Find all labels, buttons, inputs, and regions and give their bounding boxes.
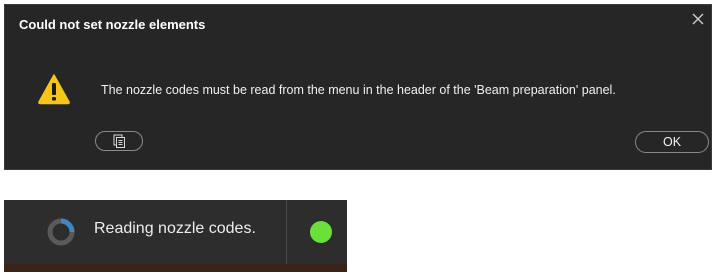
copy-button[interactable]	[95, 131, 143, 151]
dialog-message: The nozzle codes must be read from the m…	[101, 83, 616, 97]
ok-button[interactable]: OK	[635, 131, 709, 153]
copy-icon	[113, 134, 126, 148]
warning-icon	[37, 73, 71, 105]
error-dialog: Could not set nozzle elements The nozzle…	[4, 4, 712, 170]
status-indicator	[310, 221, 332, 243]
panel-bottom-strip	[4, 264, 347, 272]
status-text: Reading nozzle codes.	[94, 220, 256, 237]
status-divider	[286, 200, 287, 264]
spinner-icon	[46, 217, 76, 247]
close-icon[interactable]	[691, 12, 705, 26]
status-bar: Reading nozzle codes.	[4, 200, 347, 272]
dialog-title: Could not set nozzle elements	[19, 17, 206, 32]
